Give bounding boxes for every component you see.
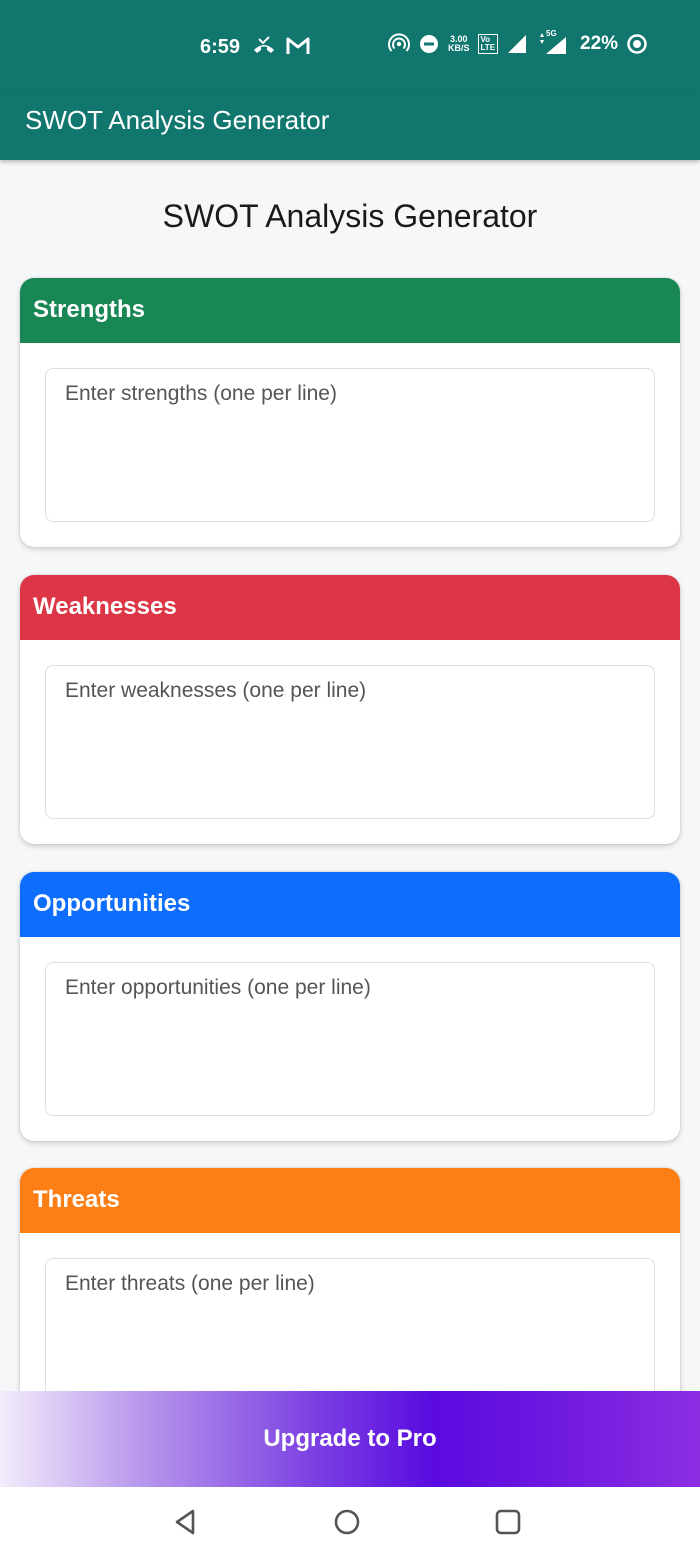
volte-badge: Vo LTE (477, 34, 499, 54)
do-not-disturb-icon (420, 35, 438, 53)
opportunities-header: Opportunities (20, 872, 680, 937)
weaknesses-header: Weaknesses (20, 575, 680, 640)
app-bar-title: SWOT Analysis Generator (25, 105, 330, 135)
signal-icon (508, 35, 527, 53)
back-icon[interactable] (171, 1507, 201, 1537)
network-signal: 5G (536, 29, 568, 55)
battery-saver-icon (627, 34, 647, 54)
strengths-body (20, 343, 680, 547)
opportunities-input[interactable] (45, 962, 655, 1116)
gmail-icon (286, 37, 310, 54)
system-nav-bar (0, 1487, 700, 1556)
status-time: 6:59 (200, 36, 241, 58)
volte-bottom: LTE (480, 43, 496, 52)
signal-strength-icon (540, 33, 567, 54)
strengths-input[interactable] (45, 368, 655, 522)
opportunities-body (20, 937, 680, 1141)
threats-input[interactable] (45, 1258, 655, 1412)
status-bar: 6:59 3.00 KB/S Vo LTE 5G 22% (0, 0, 700, 95)
weaknesses-card: Weaknesses (20, 575, 680, 844)
page-title: SWOT Analysis Generator (162, 198, 538, 234)
opportunities-card: Opportunities (20, 872, 680, 1141)
upgrade-label: Upgrade to Pro (263, 1425, 437, 1452)
hotspot-icon (388, 33, 410, 52)
battery-percent: 22% (580, 33, 619, 54)
weaknesses-input[interactable] (45, 665, 655, 819)
status-notification-icons (252, 36, 310, 56)
strengths-header: Strengths (20, 278, 680, 343)
weaknesses-body (20, 640, 680, 844)
net-speed: 3.00 KB/S (448, 35, 470, 53)
status-system-icons: 3.00 KB/S Vo LTE 5G 22% (388, 29, 648, 55)
recents-icon[interactable] (493, 1507, 523, 1537)
home-icon[interactable] (332, 1507, 362, 1537)
net-speed-unit: KB/S (448, 43, 470, 53)
upgrade-to-pro-button[interactable]: Upgrade to Pro (0, 1391, 700, 1487)
missed-call-icon (254, 36, 274, 53)
strengths-card: Strengths (20, 278, 680, 547)
app-bar: SWOT Analysis Generator (0, 95, 700, 160)
threats-header: Threats (20, 1168, 680, 1233)
